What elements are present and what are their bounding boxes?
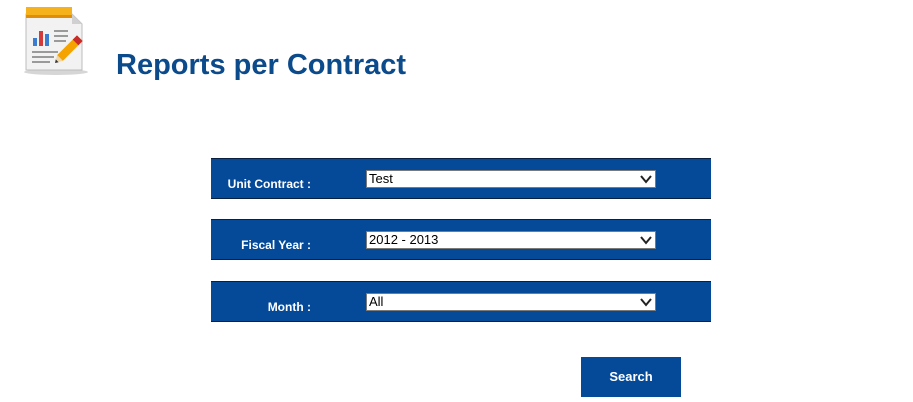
report-edit-icon bbox=[24, 7, 88, 75]
month-label: Month : bbox=[267, 300, 311, 314]
unit-contract-value: Test bbox=[369, 171, 393, 186]
filter-row-month: Month : All bbox=[211, 281, 711, 322]
unit-contract-label: Unit Contract : bbox=[227, 177, 311, 191]
page-title: Reports per Contract bbox=[116, 49, 407, 81]
filter-row-fiscal-year: Fiscal Year : 2012 - 2013 bbox=[211, 219, 711, 260]
month-select[interactable]: All bbox=[366, 293, 656, 311]
page: Reports per Contract Unit Contract : Tes… bbox=[0, 0, 913, 402]
chevron-down-icon bbox=[640, 236, 652, 245]
search-button[interactable]: Search bbox=[581, 357, 681, 397]
chevron-down-icon bbox=[640, 175, 652, 184]
fiscal-year-label: Fiscal Year : bbox=[241, 238, 311, 252]
month-value: All bbox=[369, 294, 384, 309]
chevron-down-icon bbox=[640, 298, 652, 307]
fiscal-year-select[interactable]: 2012 - 2013 bbox=[366, 231, 656, 249]
fiscal-year-value: 2012 - 2013 bbox=[369, 232, 439, 247]
filter-row-unit-contract: Unit Contract : Test bbox=[211, 158, 711, 199]
unit-contract-select[interactable]: Test bbox=[366, 170, 656, 188]
